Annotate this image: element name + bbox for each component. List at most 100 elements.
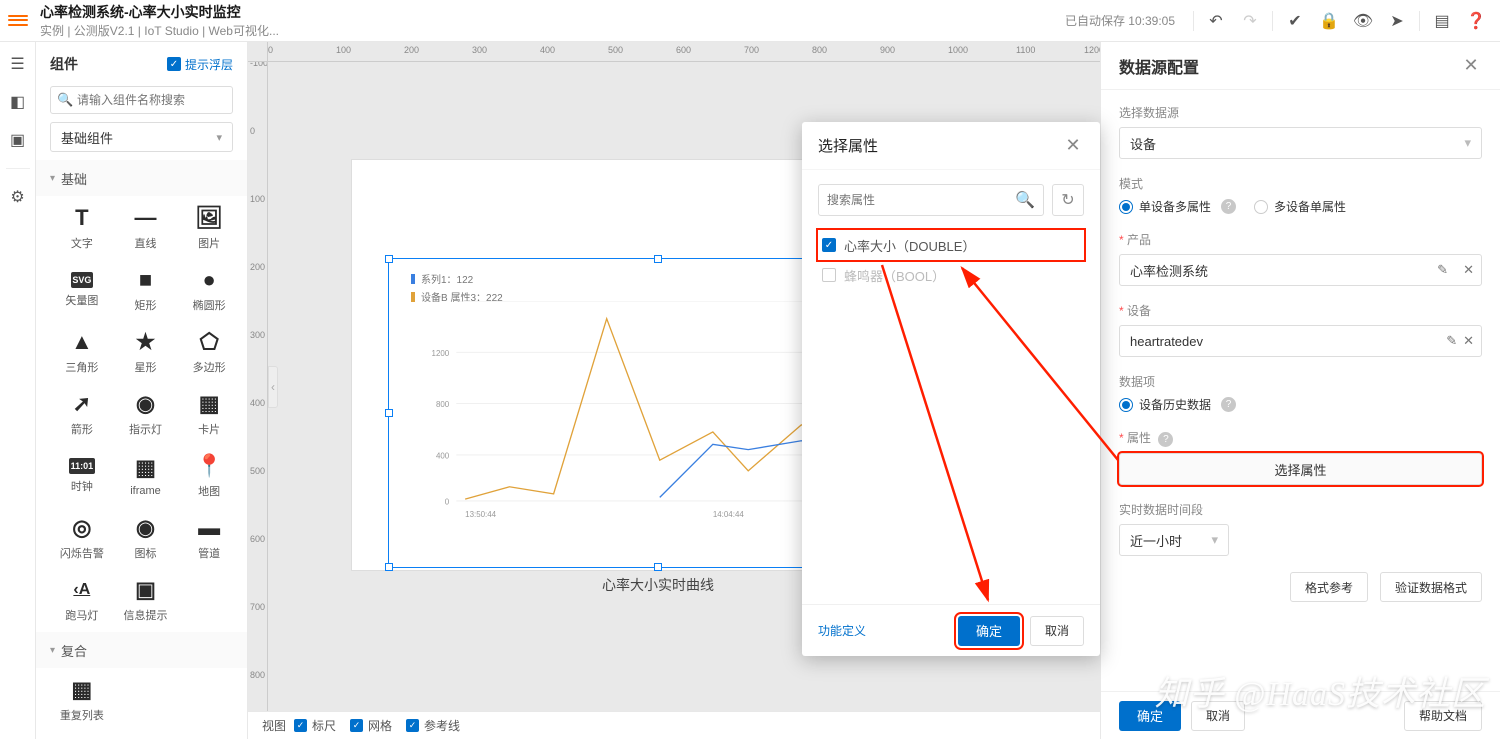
preview-icon[interactable]: 👁 — [1347, 5, 1379, 37]
select-attribute-button[interactable]: 选择属性 — [1119, 453, 1482, 485]
comp-map[interactable]: 📍地图 — [177, 448, 241, 504]
resize-handle[interactable] — [654, 563, 662, 571]
close-icon[interactable]: ✕ — [1460, 55, 1482, 77]
pin-icon: 📍 — [196, 453, 222, 479]
attribute-search-input[interactable] — [827, 193, 1009, 207]
card-icon: ▦ — [196, 391, 222, 417]
label-device: 设备 — [1119, 302, 1482, 319]
toggle-ruler[interactable]: ✓标尺 — [294, 717, 336, 734]
datasource-select[interactable]: 设备 ▾ — [1119, 127, 1482, 159]
timerange-value: 近一小时 — [1130, 531, 1182, 550]
canvas-edge-handle[interactable]: ‹ — [268, 366, 278, 408]
search-icon: 🔍 — [1015, 190, 1035, 210]
menu-hamburger-icon[interactable] — [8, 11, 28, 31]
resize-handle[interactable] — [385, 409, 393, 417]
redo-icon[interactable]: ↷ — [1234, 5, 1266, 37]
line-icon: — — [132, 205, 158, 231]
svg-icon: SVG — [71, 272, 93, 288]
component-search[interactable]: 🔍 — [50, 86, 233, 114]
repeat-icon: ▦ — [69, 677, 95, 703]
attribute-option-heartrate[interactable]: ✓ 心率大小（DOUBLE） — [818, 230, 1084, 260]
mode-single-device-multi-attr[interactable]: 单设备多属性? — [1119, 198, 1236, 215]
comp-rect[interactable]: ■矩形 — [114, 262, 178, 318]
comp-iframe[interactable]: ▦iframe — [114, 448, 178, 504]
help-icon[interactable]: ? — [1221, 397, 1236, 412]
label-timerange: 实时数据时间段 — [1119, 501, 1482, 518]
timerange-select[interactable]: 近一小时 ▾ — [1119, 524, 1229, 556]
refresh-icon[interactable]: ↻ — [1052, 184, 1084, 216]
help-icon[interactable]: ❓ — [1460, 5, 1492, 37]
verify-format-button[interactable]: 验证数据格式 — [1380, 572, 1482, 602]
mode-multi-device-single-attr[interactable]: 多设备单属性 — [1254, 198, 1346, 215]
comp-card[interactable]: ▦卡片 — [177, 386, 241, 442]
modal-cancel-button[interactable]: 取消 — [1030, 616, 1084, 646]
attribute-option-buzzer[interactable]: 蜂鸣器（BOOL） — [818, 260, 1084, 290]
group-composite-header[interactable]: ▾ 复合 — [36, 632, 247, 668]
group-basic-header[interactable]: ▾ 基础 — [36, 160, 247, 196]
help-icon[interactable]: ? — [1158, 432, 1173, 447]
component-category-select[interactable]: 基础组件 ▾ — [50, 122, 233, 152]
comp-triangle[interactable]: ▲三角形 — [50, 324, 114, 380]
product-field[interactable]: 心率检测系统 — [1119, 254, 1482, 286]
function-definition-link[interactable]: 功能定义 — [818, 622, 866, 639]
label-attr: 属性 ? — [1119, 429, 1482, 447]
ytick: 0 — [445, 497, 450, 506]
edit-icon[interactable]: ✎ — [1446, 333, 1457, 349]
rail-layers-icon[interactable]: ☰ — [8, 54, 28, 74]
ellipse-icon: ● — [196, 267, 222, 293]
comp-tooltip[interactable]: ▣信息提示 — [114, 572, 178, 628]
chart-title: 心率大小实时曲线 — [602, 575, 714, 595]
chevron-down-icon: ▾ — [1211, 532, 1218, 548]
attribute-option-label: 心率大小（DOUBLE） — [844, 236, 975, 255]
comp-repeat-list[interactable]: ▦重复列表 — [50, 672, 114, 728]
rail-gear-icon[interactable]: ⚙ — [8, 187, 28, 207]
comp-star[interactable]: ★星形 — [114, 324, 178, 380]
attribute-search[interactable]: 🔍 — [818, 184, 1044, 216]
publish-icon[interactable]: ➤ — [1381, 5, 1413, 37]
chevron-down-icon: ▾ — [50, 173, 55, 184]
modal-ok-button[interactable]: 确定 — [958, 616, 1020, 646]
device-field[interactable]: heartratedev — [1119, 325, 1482, 357]
comp-text[interactable]: T文字 — [50, 200, 114, 256]
undo-icon[interactable]: ↶ — [1200, 5, 1232, 37]
top-header: 心率检测系统-心率大小实时监控 实例 | 公测版V2.1 | IoT Studi… — [0, 0, 1500, 42]
autosave-status: 已自动保存 10:39:05 — [1065, 12, 1175, 29]
lock-icon[interactable]: 🔒 — [1313, 5, 1345, 37]
component-search-input[interactable] — [50, 86, 233, 114]
clock-icon: 11:01 — [69, 458, 95, 474]
toggle-grid[interactable]: ✓网格 — [350, 717, 392, 734]
rail-template-icon[interactable]: ▣ — [8, 130, 28, 150]
comp-image[interactable]: 🖼图片 — [177, 200, 241, 256]
search-icon: 🔍 — [57, 92, 73, 108]
help-icon[interactable]: ? — [1221, 199, 1236, 214]
format-reference-button[interactable]: 格式参考 — [1290, 572, 1368, 602]
rail-cube-icon[interactable]: ◧ — [8, 92, 28, 112]
comp-arrow[interactable]: ➚箭形 — [50, 386, 114, 442]
dataitem-history[interactable]: 设备历史数据? — [1119, 396, 1236, 413]
doc-icon[interactable]: ▤ — [1426, 5, 1458, 37]
comp-indicator[interactable]: ◉指示灯 — [114, 386, 178, 442]
close-icon[interactable]: ✕ — [1062, 135, 1084, 157]
comp-pipe[interactable]: ▬管道 — [177, 510, 241, 566]
comp-alarm[interactable]: ◎闪烁告警 — [50, 510, 114, 566]
toggle-guide[interactable]: ✓参考线 — [406, 717, 460, 734]
comp-clock[interactable]: 11:01时钟 — [50, 448, 114, 504]
header-actions: 已自动保存 10:39:05 ↶ ↷ ✔ 🔒 👁 ➤ ▤ ❓ — [1065, 5, 1492, 37]
comp-marquee[interactable]: ‹A跑马灯 — [50, 572, 114, 628]
tip-float-toggle[interactable]: ✓提示浮层 — [167, 56, 233, 73]
comp-polygon[interactable]: ⬠多边形 — [177, 324, 241, 380]
check-icon[interactable]: ✔ — [1279, 5, 1311, 37]
icon-icon: ◉ — [132, 515, 158, 541]
comp-svg[interactable]: SVG矢量图 — [50, 262, 114, 318]
edit-icon[interactable]: ✎ — [1437, 262, 1448, 278]
ruler-corner — [248, 42, 268, 62]
view-label: 视图 — [262, 717, 286, 734]
resize-handle[interactable] — [385, 563, 393, 571]
comp-ellipse[interactable]: ●椭圆形 — [177, 262, 241, 318]
clear-icon[interactable]: ✕ — [1463, 333, 1474, 349]
comp-icon[interactable]: ◉图标 — [114, 510, 178, 566]
comp-line[interactable]: —直线 — [114, 200, 178, 256]
clear-icon[interactable]: ✕ — [1463, 262, 1474, 278]
resize-handle[interactable] — [654, 255, 662, 263]
resize-handle[interactable] — [385, 255, 393, 263]
